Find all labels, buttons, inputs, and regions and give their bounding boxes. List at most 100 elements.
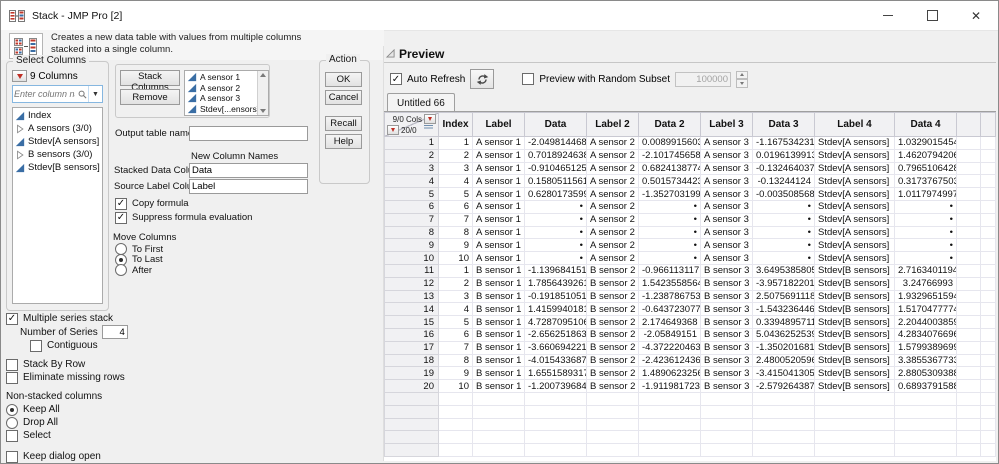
cell[interactable]: 1.5799389699 [894,340,957,355]
cell[interactable]: 3.3855367733 [894,353,957,368]
cell[interactable]: -2.049814468 [524,136,587,150]
cell[interactable]: B sensor 3 [700,366,753,381]
stacked-column-item[interactable]: A sensor 2 [185,83,257,94]
cell[interactable]: A sensor 3 [700,225,753,240]
cell[interactable]: 0.0089915603 [638,136,701,150]
column-header[interactable]: Data 2 [638,112,701,137]
auto-refresh-checkbox[interactable]: Auto Refresh [390,73,465,86]
cell[interactable]: 1.9329651594 [894,289,957,304]
cell[interactable]: 0.3173767503 [894,174,957,189]
row-number[interactable]: 8 [384,225,439,240]
cell[interactable]: B sensor 3 [700,340,753,355]
cell[interactable]: -2.423612436 [638,353,701,368]
stacked-data-column-input[interactable] [189,163,308,178]
cell[interactable]: A sensor 3 [700,136,753,150]
cell[interactable]: 1 [438,263,473,278]
cell[interactable]: B sensor 1 [472,340,525,355]
cell[interactable]: • [638,199,701,214]
cell[interactable]: A sensor 1 [472,238,525,253]
column-header[interactable]: Data 3 [752,112,815,137]
cell[interactable]: -1.167534231 [752,136,815,150]
cell[interactable]: B sensor 3 [700,315,753,329]
column-list-item[interactable]: B sensors (3/0) [13,148,102,161]
cell[interactable]: 3.6495385805 [752,263,815,278]
cell[interactable]: • [752,212,815,227]
source-label-column-input[interactable] [189,179,308,194]
remove-button[interactable]: Remove [120,89,180,105]
cell[interactable]: 7 [438,340,473,355]
cell[interactable]: A sensor 3 [700,238,753,253]
filter-dropdown-button[interactable]: ▼ [88,86,102,102]
keep-all-radio[interactable]: Keep All [6,403,206,416]
cell[interactable]: 2 [438,276,473,291]
select-checkbox[interactable]: Select [6,429,206,442]
cell[interactable]: 1.7856439261 [524,276,587,291]
cell[interactable]: Stdev[A sensors] [814,212,895,227]
cell[interactable]: A sensor 1 [472,251,525,265]
cell[interactable]: 0.6280173599 [524,187,587,201]
column-header[interactable]: Data 4 [894,112,957,137]
cell[interactable]: 1.4159940181 [524,302,587,317]
column-header[interactable]: Index [438,112,473,137]
cell[interactable]: Stdev[A sensors] [814,136,895,150]
cell[interactable]: 2.5075691118 [752,289,815,304]
cell[interactable]: Stdev[A sensors] [814,161,895,176]
cell[interactable]: B sensor 2 [586,366,639,381]
columns-red-triangle-menu[interactable] [12,70,27,82]
cell[interactable]: A sensor 1 [472,187,525,201]
cell[interactable]: -1.350201681 [752,340,815,355]
row-number[interactable]: 17 [384,340,439,355]
cell[interactable]: 0.6893791588 [894,379,957,393]
multiple-series-stack-checkbox[interactable]: Multiple series stack [6,312,206,325]
cell[interactable]: B sensor 2 [586,289,639,304]
row-number[interactable]: 11 [384,263,439,278]
cell[interactable]: A sensor 1 [472,148,525,163]
row-number[interactable]: 13 [384,289,439,304]
help-button[interactable]: Help [325,134,362,149]
cell[interactable]: -4.015433687 [524,353,587,368]
cell[interactable]: 0.3394895711 [752,315,815,329]
cell[interactable]: • [638,212,701,227]
maximize-button[interactable] [910,1,954,30]
cell[interactable]: A sensor 3 [700,148,753,163]
cell[interactable]: 4 [438,302,473,317]
number-of-series-input[interactable] [101,325,128,339]
cell[interactable]: A sensor 2 [586,199,639,214]
column-header[interactable]: Label [472,112,525,137]
cell[interactable]: Stdev[B sensors] [814,379,895,393]
cell[interactable]: B sensor 2 [586,353,639,368]
keep-dialog-open-checkbox[interactable]: Keep dialog open [6,450,206,463]
cell[interactable]: -0.966113117 [638,263,701,278]
list-scrollbar[interactable] [257,71,268,115]
cell[interactable]: • [752,251,815,265]
column-header[interactable]: Label 4 [814,112,895,137]
cell[interactable]: A sensor 1 [472,136,525,150]
cell[interactable]: 1.0117974997 [894,187,957,201]
cell[interactable]: 7 [438,212,473,227]
cell[interactable]: -1.139684151 [524,263,587,278]
cell[interactable]: A sensor 2 [586,161,639,176]
cell[interactable]: • [638,225,701,240]
cell[interactable]: 9 [438,238,473,253]
cell[interactable]: B sensor 3 [700,302,753,317]
row-number[interactable]: 2 [384,148,439,163]
column-header[interactable]: Label 2 [586,112,639,137]
cell[interactable]: B sensor 2 [586,276,639,291]
cell[interactable]: Stdev[B sensors] [814,289,895,304]
cell[interactable]: A sensor 3 [700,174,753,189]
cell[interactable]: 0.0196139913 [752,148,815,163]
cell[interactable]: -0.643723077 [638,302,701,317]
cancel-button[interactable]: Cancel [325,90,362,105]
cell[interactable]: • [524,251,587,265]
refresh-button[interactable] [470,69,495,89]
cell[interactable]: Stdev[B sensors] [814,340,895,355]
move-option-after[interactable]: After [115,264,163,277]
cell[interactable]: • [524,225,587,240]
cell[interactable]: A sensor 3 [700,251,753,265]
cell[interactable]: 2.2044003859 [894,315,957,329]
cell[interactable]: • [524,238,587,253]
cell[interactable]: -2.05849151 [638,327,701,342]
cell[interactable]: Stdev[B sensors] [814,302,895,317]
cell[interactable]: 0.7018924638 [524,148,587,163]
cell[interactable]: Stdev[A sensors] [814,187,895,201]
